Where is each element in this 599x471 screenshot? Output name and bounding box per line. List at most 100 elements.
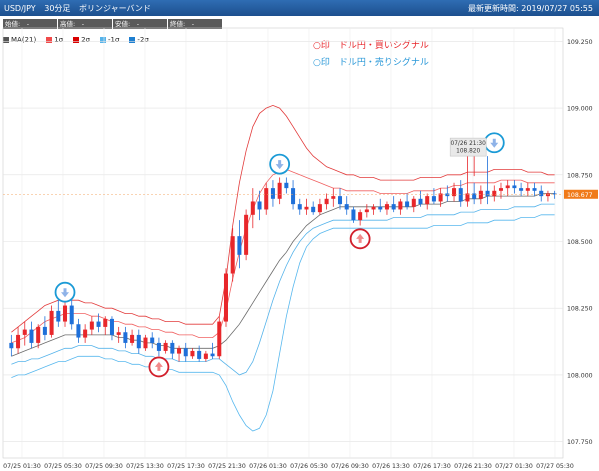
candle	[123, 326, 128, 349]
candle-body	[210, 353, 215, 357]
candle-body	[445, 193, 450, 197]
y-tick-label: 108.250	[567, 306, 593, 313]
candle-body	[418, 198, 423, 205]
candle-body	[539, 190, 544, 197]
candle	[244, 209, 249, 261]
candle	[378, 198, 383, 213]
x-tick-label: 07/27 01:30	[495, 463, 533, 470]
candle	[170, 340, 175, 359]
candle-body	[505, 185, 510, 189]
candle-body	[203, 353, 208, 359]
x-tick-label: 07/25 05:30	[44, 463, 82, 470]
chart-axes: 109.250 109.000 108.750 108.500 108.250 108.0…	[3, 39, 598, 470]
candle	[143, 334, 148, 351]
candle-body	[103, 318, 108, 327]
candle-body	[9, 342, 14, 349]
chart-grid	[2, 27, 564, 459]
candle-body	[304, 206, 309, 210]
candle-body	[22, 329, 27, 335]
candle	[512, 180, 517, 194]
candle-body	[351, 209, 356, 221]
tooltip-time: 07/26 21:30	[451, 141, 487, 147]
candles	[9, 156, 557, 362]
candle-body	[485, 190, 490, 197]
candle-body	[425, 196, 430, 205]
candle	[492, 185, 497, 202]
candle	[505, 180, 510, 197]
candle-body	[317, 204, 322, 213]
x-tick-label: 07/25 09:30	[85, 463, 123, 470]
candle-body	[284, 182, 289, 189]
candle-body	[150, 337, 155, 343]
candle-body	[49, 310, 54, 335]
candle	[384, 201, 389, 215]
y-tick-label: 108.750	[567, 172, 593, 179]
candle-body	[391, 204, 396, 210]
candle	[83, 324, 88, 343]
candle-body	[76, 324, 81, 338]
candle	[277, 177, 282, 205]
candle	[42, 316, 47, 341]
candle-body	[257, 201, 262, 210]
candle-body	[89, 321, 94, 330]
x-tick-label: 07/25 21:30	[208, 463, 246, 470]
candle-body	[197, 350, 202, 359]
x-tick-label: 07/26 05:30	[290, 463, 328, 470]
candle	[364, 204, 369, 218]
candle	[22, 321, 27, 346]
candle-body	[250, 201, 255, 215]
candle-body	[431, 196, 436, 202]
candle-body	[136, 334, 141, 349]
candle-body	[217, 321, 222, 357]
y-tick-label: 108.500	[567, 239, 593, 246]
candle-body	[378, 206, 383, 210]
candle-body	[458, 188, 463, 202]
candle	[465, 156, 470, 207]
candle	[264, 182, 269, 215]
candle-body	[311, 206, 316, 213]
candle-body	[109, 318, 114, 335]
x-tick-label: 07/26 21:30	[454, 463, 492, 470]
buy-signal-marker	[349, 228, 371, 250]
candle	[324, 193, 329, 210]
candle	[163, 340, 168, 354]
candle	[331, 188, 336, 207]
candle-body	[525, 188, 530, 191]
candle	[391, 196, 396, 213]
candle-body	[344, 204, 349, 210]
candle	[56, 300, 61, 327]
candle	[230, 228, 235, 282]
candle-body	[498, 188, 503, 191]
candle-body	[338, 196, 343, 205]
x-tick-label: 07/25 17:30	[167, 463, 205, 470]
candle	[69, 297, 74, 330]
x-tick-label: 07/26 17:30	[413, 463, 451, 470]
candle	[311, 201, 316, 215]
x-tick-label: 07/26 01:30	[249, 463, 287, 470]
candle-body	[16, 334, 21, 349]
candle-body	[56, 310, 61, 322]
candle	[297, 198, 302, 215]
candle	[9, 334, 14, 357]
candle	[270, 180, 275, 207]
sell-signal-marker	[54, 281, 76, 303]
candle	[49, 305, 54, 338]
x-tick-label: 07/26 09:30	[331, 463, 369, 470]
candle-body	[123, 332, 128, 343]
candle	[203, 350, 208, 362]
candle	[371, 204, 376, 215]
y-tick-label: 109.000	[567, 106, 593, 113]
candle-body	[36, 326, 41, 343]
candle-body	[398, 201, 403, 210]
candle-body	[465, 193, 470, 202]
candle	[190, 348, 195, 359]
candle-body	[519, 188, 524, 191]
candle-body	[83, 329, 88, 338]
candle-body	[358, 212, 363, 221]
candle-body	[130, 334, 135, 343]
candle-body	[42, 326, 47, 335]
last-price-label: 108.677	[567, 192, 593, 199]
candle-body	[177, 348, 182, 354]
candle-body	[270, 188, 275, 199]
candle	[109, 316, 114, 341]
